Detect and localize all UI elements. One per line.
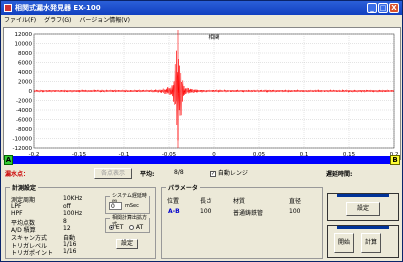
auto-range-label: 自動レンジ	[217, 170, 248, 177]
param-header-diameter: 直径	[289, 198, 302, 205]
radio-off-icon	[129, 225, 134, 230]
y-tick-label: 0	[29, 89, 33, 95]
point-a-marker: A	[4, 155, 13, 165]
y-tick-label: -4000	[16, 108, 32, 114]
leak-point-label: 漏水点：	[5, 171, 30, 178]
y-tick-label: -6000	[16, 118, 32, 124]
radio-at-label: AT	[135, 224, 144, 231]
param-header-length: 長さ	[200, 198, 213, 205]
show-points-button[interactable]: 各点表示	[94, 168, 132, 179]
setting-name-1: LPF	[11, 202, 22, 210]
avg-label: 平均:	[140, 171, 155, 178]
setting-value-7: 1/16	[63, 248, 77, 256]
param-header-material: 材質	[233, 198, 246, 205]
param-length: 100	[200, 208, 212, 215]
position-bar[interactable]	[4, 156, 400, 164]
param-diameter: 100	[289, 208, 301, 215]
y-tick-label: 10000	[15, 42, 33, 48]
setting-name-2: HPF	[11, 210, 23, 218]
checkbox-icon: ✓	[210, 171, 216, 177]
param-position: A-B	[168, 208, 180, 215]
auto-range-checkbox[interactable]: ✓ 自動レンジ	[210, 168, 248, 177]
right-settings-header	[337, 194, 389, 197]
sys-delay-unit: mSec	[125, 203, 139, 209]
y-tick-label: 8000	[18, 51, 32, 57]
setting-value-0: 10KHz	[63, 195, 83, 202]
point-b-marker: B	[390, 155, 400, 165]
setting-value-3: 8	[63, 217, 67, 225]
setting-value-1: off	[63, 202, 71, 210]
y-tick-label: 2000	[18, 80, 32, 86]
menu-bar: ファイル(F) グラフ(G) バージョン情報(V)	[1, 15, 402, 26]
setting-value-2: 100Hz	[63, 210, 83, 218]
setting-value-4: 12	[63, 225, 71, 233]
settings-apply-button[interactable]: 設定	[116, 239, 138, 249]
window-title: 相関式漏水発見器 EX-100	[15, 4, 101, 12]
sys-delay-input[interactable]: 0	[109, 202, 122, 210]
calc-button[interactable]: 計算	[361, 233, 381, 253]
y-tick-label: 6000	[18, 61, 32, 67]
y-tick-label: -10000	[13, 137, 33, 143]
param-header-position: 位置	[167, 198, 180, 205]
main-window: 相関式漏水発見器 EX-100 _ □ X ファイル(F) グラフ(G) バージ…	[0, 0, 403, 262]
menu-file[interactable]: ファイル(F)	[1, 15, 39, 26]
delay-label: 遅延時間:	[326, 171, 353, 178]
right-settings-button[interactable]: 設定	[346, 202, 380, 216]
settings-title: 計測設定	[10, 183, 39, 192]
run-header	[337, 226, 389, 229]
minimize-button[interactable]: _	[367, 3, 377, 13]
y-tick-label: -2000	[16, 99, 32, 105]
y-tick-label: 12000	[15, 32, 33, 38]
title-bar: 相関式漏水発見器 EX-100 _ □ X	[1, 1, 402, 15]
setting-value-6: 1/16	[63, 240, 77, 248]
setting-name-7: トリガポイント	[11, 250, 54, 258]
radio-et-label: ET	[115, 224, 124, 231]
params-title: パラメータ	[166, 183, 200, 192]
radio-at[interactable]: AT	[129, 224, 143, 231]
param-material: 普通鋳鉄管	[233, 210, 264, 217]
radio-et[interactable]: ET	[109, 224, 123, 231]
avg-value: 8/8	[174, 169, 184, 176]
start-button[interactable]: 開始	[334, 233, 354, 253]
y-tick-label: 4000	[18, 70, 32, 76]
close-button[interactable]: X	[389, 3, 399, 13]
menu-version[interactable]: バージョン情報(V)	[76, 15, 133, 26]
chart-svg: 12000 10000 8000 6000 4000 2000 0 -2000 -4000 -60…	[13, 30, 398, 158]
y-tick-label: -8000	[16, 127, 32, 133]
correlation-chart: 12000 10000 8000 6000 4000 2000 0 -2000 -4000 -60…	[3, 27, 401, 160]
radio-on-icon	[109, 225, 114, 230]
menu-graph[interactable]: グラフ(G)	[41, 15, 74, 26]
app-icon	[4, 4, 12, 12]
chart-title: 相関	[208, 33, 220, 41]
maximize-button[interactable]: □	[378, 3, 388, 13]
